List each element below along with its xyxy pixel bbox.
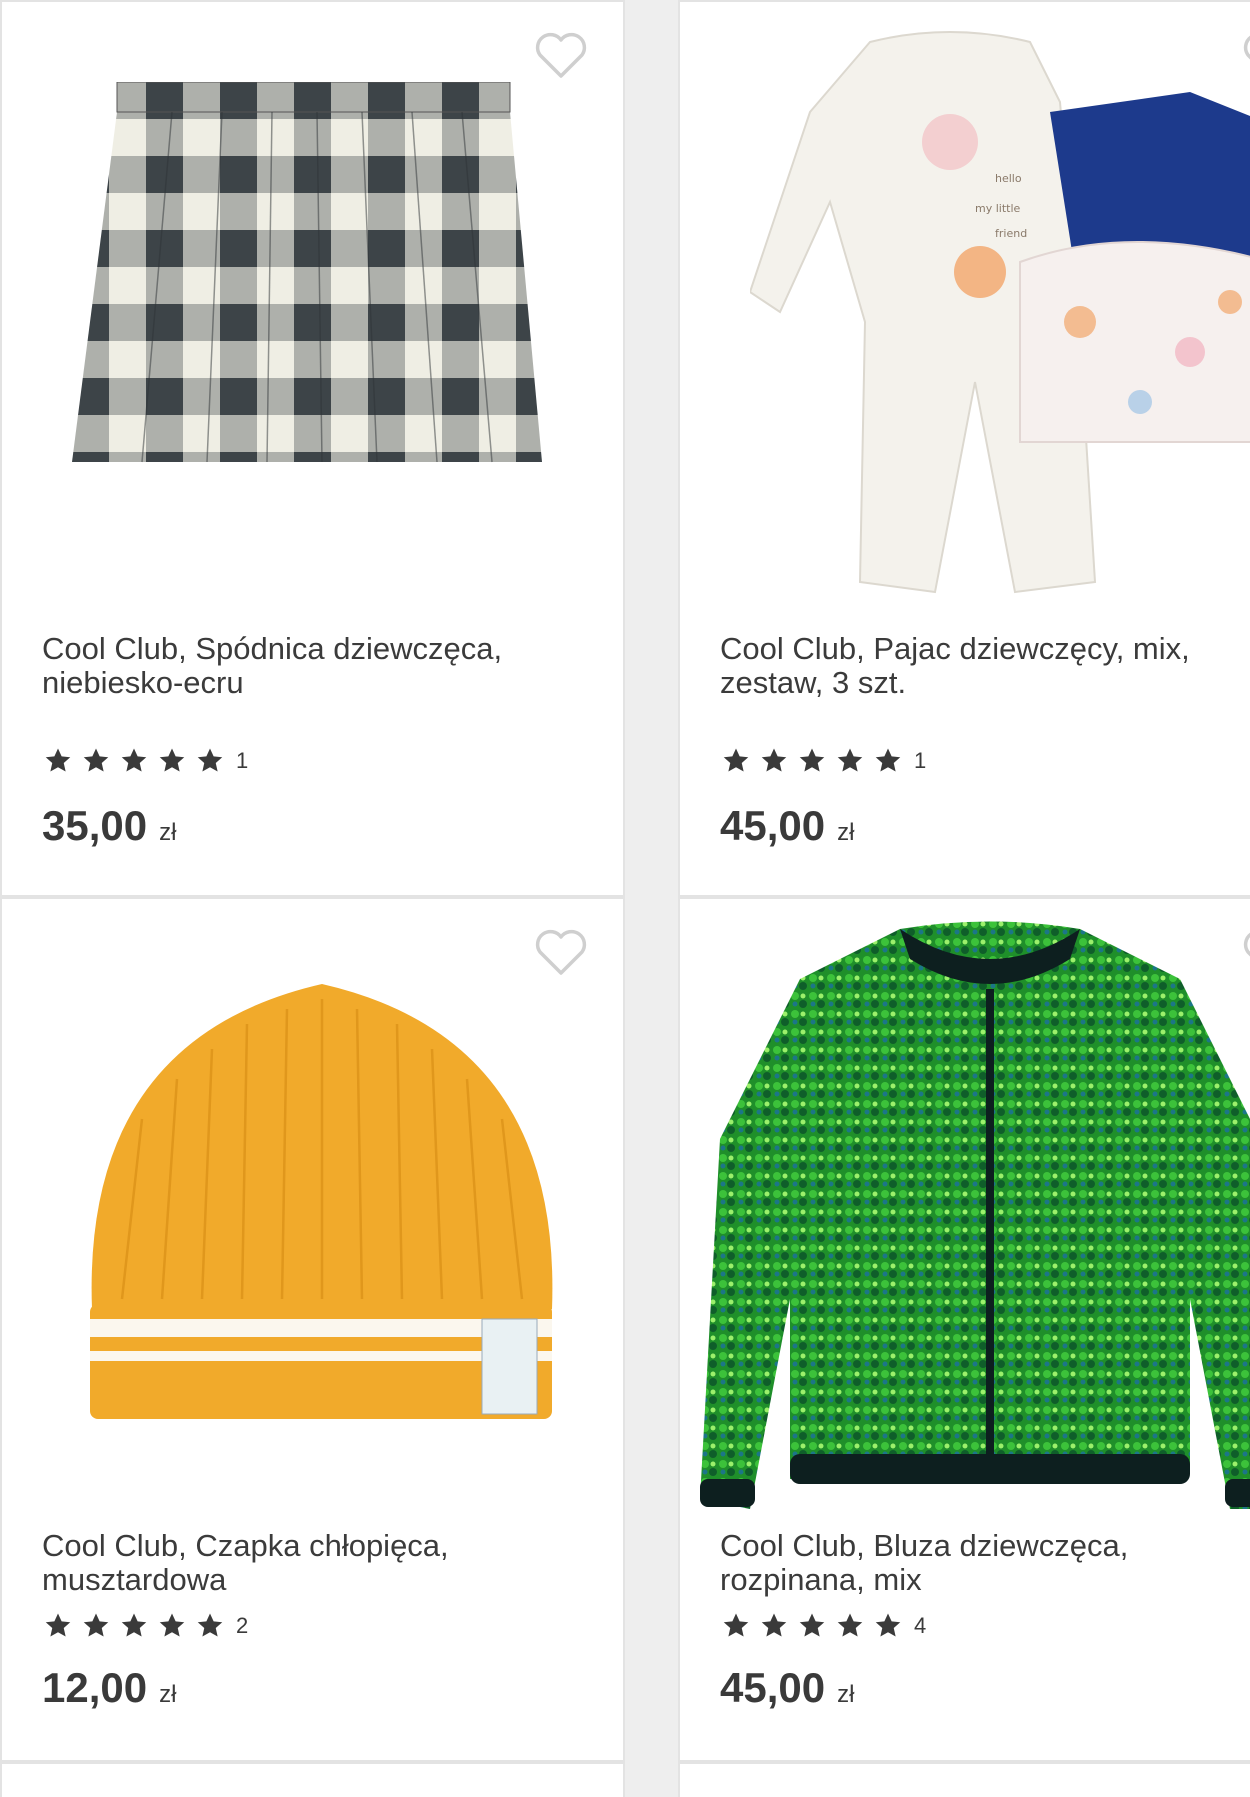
product-card-partial[interactable] (678, 1762, 1250, 1797)
product-card[interactable]: Cool Club, Czapka chłopięca, musztardowa… (0, 897, 625, 1762)
star-icon (159, 748, 185, 772)
beanie-image (90, 984, 553, 1419)
price-currency: zł (837, 819, 855, 846)
svg-text:friend: friend (995, 227, 1027, 240)
product-card[interactable]: hello my little friend Cool Club, Pajac … (678, 0, 1250, 897)
product-price: 35,00 zł (42, 802, 176, 850)
product-image[interactable] (2, 2, 623, 602)
skirt-image (72, 82, 542, 463)
product-card[interactable]: Cool Club, Spódnica dziewczęca, niebiesk… (0, 0, 625, 897)
star-icon (121, 748, 147, 772)
star-icon (197, 1613, 223, 1637)
star-icon (875, 748, 901, 772)
product-price: 45,00 zł (720, 802, 854, 850)
star-icon (159, 1613, 185, 1637)
product-grid: Cool Club, Spódnica dziewczęca, niebiesk… (0, 0, 1250, 1797)
star-icon (799, 748, 825, 772)
star-icon (83, 1613, 109, 1637)
product-title[interactable]: Cool Club, Bluza dziewczęca, rozpinana, … (720, 1529, 1216, 1597)
product-price: 12,00 zł (42, 1664, 176, 1712)
rating-count: 2 (236, 1613, 249, 1638)
star-icon (799, 1613, 825, 1637)
product-rating: 1 (720, 746, 926, 776)
star-icon (45, 748, 71, 772)
price-currency: zł (159, 1681, 177, 1708)
price-currency: zł (837, 1681, 855, 1708)
romper-set-image: hello my little friend (750, 31, 1250, 594)
product-title[interactable]: Cool Club, Czapka chłopięca, musztardowa (42, 1529, 563, 1597)
star-icon (761, 1613, 787, 1637)
price-currency: zł (159, 819, 177, 846)
star-icon (761, 748, 787, 772)
product-image[interactable]: hello my little friend (680, 2, 1250, 602)
price-amount: 45,00 (720, 802, 826, 849)
rating-count: 1 (914, 748, 927, 773)
star-icon (121, 1613, 147, 1637)
star-icon (723, 1613, 749, 1637)
product-title[interactable]: Cool Club, Spódnica dziewczęca, niebiesk… (42, 632, 563, 700)
svg-text:hello: hello (995, 172, 1022, 185)
svg-text:my little: my little (975, 202, 1021, 215)
star-icon (83, 748, 109, 772)
star-icon (837, 748, 863, 772)
product-card-partial[interactable] (0, 1762, 625, 1797)
product-price: 45,00 zł (720, 1664, 854, 1712)
product-image[interactable] (680, 899, 1250, 1509)
star-icon (837, 1613, 863, 1637)
product-rating: 4 (720, 1611, 926, 1641)
rating-count: 1 (236, 748, 249, 773)
price-amount: 35,00 (42, 802, 148, 849)
product-title[interactable]: Cool Club, Pajac dziewczęcy, mix, zestaw… (720, 632, 1216, 700)
star-icon (197, 748, 223, 772)
rating-count: 4 (914, 1613, 927, 1638)
sequin-jacket-image (700, 921, 1250, 1509)
price-amount: 12,00 (42, 1664, 148, 1711)
product-rating: 2 (42, 1611, 248, 1641)
price-amount: 45,00 (720, 1664, 826, 1711)
product-rating: 1 (42, 746, 248, 776)
star-icon (875, 1613, 901, 1637)
product-card[interactable]: Cool Club, Bluza dziewczęca, rozpinana, … (678, 897, 1250, 1762)
product-image[interactable] (2, 899, 623, 1499)
star-icon (723, 748, 749, 772)
star-icon (45, 1613, 71, 1637)
